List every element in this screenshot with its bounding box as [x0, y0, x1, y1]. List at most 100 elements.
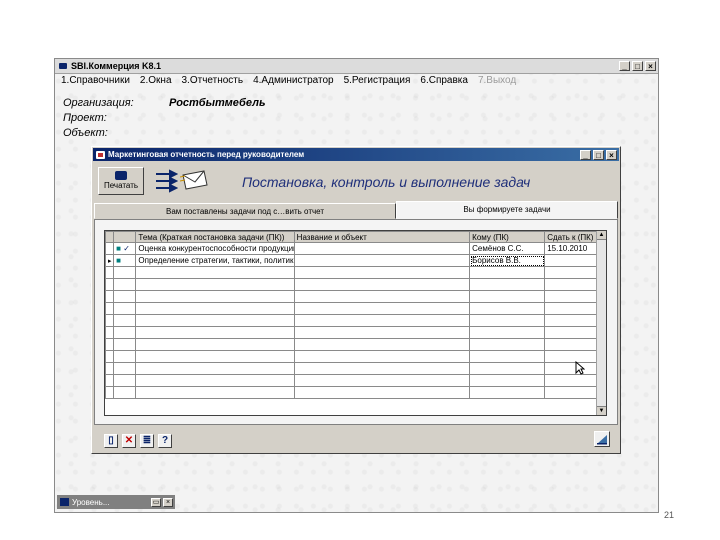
empty-table-row[interactable] [105, 290, 598, 303]
empty-cell[interactable] [113, 350, 137, 363]
empty-cell[interactable] [113, 386, 137, 399]
menu-item-registration[interactable]: 5.Регистрация [344, 75, 411, 89]
menu-item-windows[interactable]: 2.Окна [140, 75, 172, 89]
vertical-scrollbar[interactable]: ▲ ▼ [596, 231, 606, 415]
empty-cell[interactable] [135, 302, 295, 315]
empty-table-row[interactable] [105, 386, 598, 399]
maximize-button[interactable]: □ [632, 61, 643, 71]
empty-cell[interactable] [544, 266, 598, 279]
header-task[interactable]: Тема (Краткая постановка задачи (ПК)) [135, 231, 295, 243]
empty-cell[interactable] [469, 350, 546, 363]
menu-item-references[interactable]: 1.Справочники [61, 75, 130, 89]
empty-cell[interactable] [544, 290, 598, 303]
empty-cell[interactable] [135, 278, 295, 291]
empty-cell[interactable] [105, 314, 115, 327]
close-button[interactable]: × [645, 61, 656, 71]
empty-cell[interactable] [544, 302, 598, 315]
new-record-button[interactable]: ▯ [104, 434, 118, 448]
menu-item-reports[interactable]: 3.Отчетность [182, 75, 244, 89]
empty-table-row[interactable] [105, 374, 598, 387]
delete-record-button[interactable]: ✕ [122, 434, 136, 448]
empty-cell[interactable] [469, 278, 546, 291]
empty-cell[interactable] [293, 266, 471, 279]
menu-item-help[interactable]: 6.Справка [420, 75, 468, 89]
empty-cell[interactable] [544, 338, 598, 351]
empty-cell[interactable] [469, 374, 546, 387]
empty-cell[interactable] [544, 374, 598, 387]
dialog-minimize-button[interactable]: _ [580, 149, 591, 160]
empty-cell[interactable] [113, 362, 137, 375]
empty-cell[interactable] [293, 386, 471, 399]
row-object[interactable] [293, 254, 471, 267]
empty-cell[interactable] [105, 350, 115, 363]
empty-table-row[interactable] [105, 278, 598, 291]
empty-cell[interactable] [469, 314, 546, 327]
empty-cell[interactable] [113, 326, 137, 339]
empty-table-row[interactable] [105, 326, 598, 339]
header-flags[interactable] [113, 231, 137, 243]
tab-assigned-to-me[interactable]: Вам поставлены задачи под с…вить отчет [94, 203, 396, 219]
row-to[interactable]: Борисов В.В. [469, 254, 546, 267]
empty-cell[interactable] [469, 302, 546, 315]
tasks-grid[interactable]: Тема (Краткая постановка задачи (ПК)) На… [104, 230, 607, 416]
row-task[interactable]: Определение стратегии, тактики, политики [135, 254, 295, 267]
row-due[interactable] [544, 254, 598, 267]
header-object[interactable]: Название и объект [293, 231, 471, 243]
minimized-close-button[interactable]: × [163, 497, 173, 507]
table-row[interactable]: ▸ ■ Определение стратегии, тактики, поли… [105, 254, 598, 267]
dialog-title-bar[interactable]: Маркетинговая отчетность перед руководит… [93, 148, 619, 161]
tab-you-create-tasks[interactable]: Вы формируете задачи [396, 201, 618, 219]
empty-cell[interactable] [105, 386, 115, 399]
main-title-bar[interactable]: SBI.Коммерция K8.1 _ □ × [55, 59, 658, 74]
empty-table-row[interactable] [105, 302, 598, 315]
row-flags[interactable]: ■ ✓ [113, 242, 137, 255]
empty-cell[interactable] [544, 314, 598, 327]
empty-cell[interactable] [135, 350, 295, 363]
dialog-close-button[interactable]: × [606, 149, 617, 160]
empty-cell[interactable] [105, 266, 115, 279]
empty-cell[interactable] [544, 386, 598, 399]
save-button[interactable] [594, 431, 610, 447]
empty-cell[interactable] [293, 326, 471, 339]
empty-cell[interactable] [469, 326, 546, 339]
print-button[interactable]: Печатать [98, 167, 144, 195]
empty-cell[interactable] [135, 362, 295, 375]
restore-button[interactable]: ▭ [151, 497, 161, 507]
scroll-up-icon[interactable]: ▲ [597, 231, 606, 240]
empty-cell[interactable] [469, 290, 546, 303]
row-object[interactable] [293, 242, 471, 255]
empty-cell[interactable] [544, 278, 598, 291]
empty-cell[interactable] [293, 278, 471, 291]
empty-cell[interactable] [469, 266, 546, 279]
empty-cell[interactable] [135, 326, 295, 339]
empty-cell[interactable] [544, 326, 598, 339]
empty-cell[interactable] [135, 290, 295, 303]
row-task[interactable]: Оценка конкурентоспособности продукции [135, 242, 295, 255]
header-due[interactable]: Сдать к (ПК) [544, 231, 598, 243]
dialog-maximize-button[interactable]: □ [593, 149, 604, 160]
empty-cell[interactable] [544, 362, 598, 375]
empty-cell[interactable] [113, 266, 137, 279]
empty-cell[interactable] [544, 350, 598, 363]
empty-cell[interactable] [293, 362, 471, 375]
empty-cell[interactable] [105, 290, 115, 303]
empty-cell[interactable] [293, 338, 471, 351]
row-to[interactable]: Семёнов С.С. [469, 242, 546, 255]
menu-item-admin[interactable]: 4.Администратор [253, 75, 334, 89]
empty-cell[interactable] [469, 362, 546, 375]
empty-cell[interactable] [113, 302, 137, 315]
empty-cell[interactable] [293, 350, 471, 363]
empty-cell[interactable] [135, 338, 295, 351]
details-button[interactable]: ≣ [140, 434, 154, 448]
empty-cell[interactable] [105, 338, 115, 351]
empty-cell[interactable] [293, 314, 471, 327]
empty-cell[interactable] [105, 362, 115, 375]
row-due[interactable]: 15.10.2010 [544, 242, 598, 255]
empty-cell[interactable] [293, 290, 471, 303]
empty-cell[interactable] [113, 278, 137, 291]
empty-cell[interactable] [113, 314, 137, 327]
table-row[interactable]: ■ ✓ Оценка конкурентоспособности продукц… [105, 242, 598, 255]
empty-cell[interactable] [135, 266, 295, 279]
empty-cell[interactable] [293, 302, 471, 315]
empty-cell[interactable] [293, 374, 471, 387]
